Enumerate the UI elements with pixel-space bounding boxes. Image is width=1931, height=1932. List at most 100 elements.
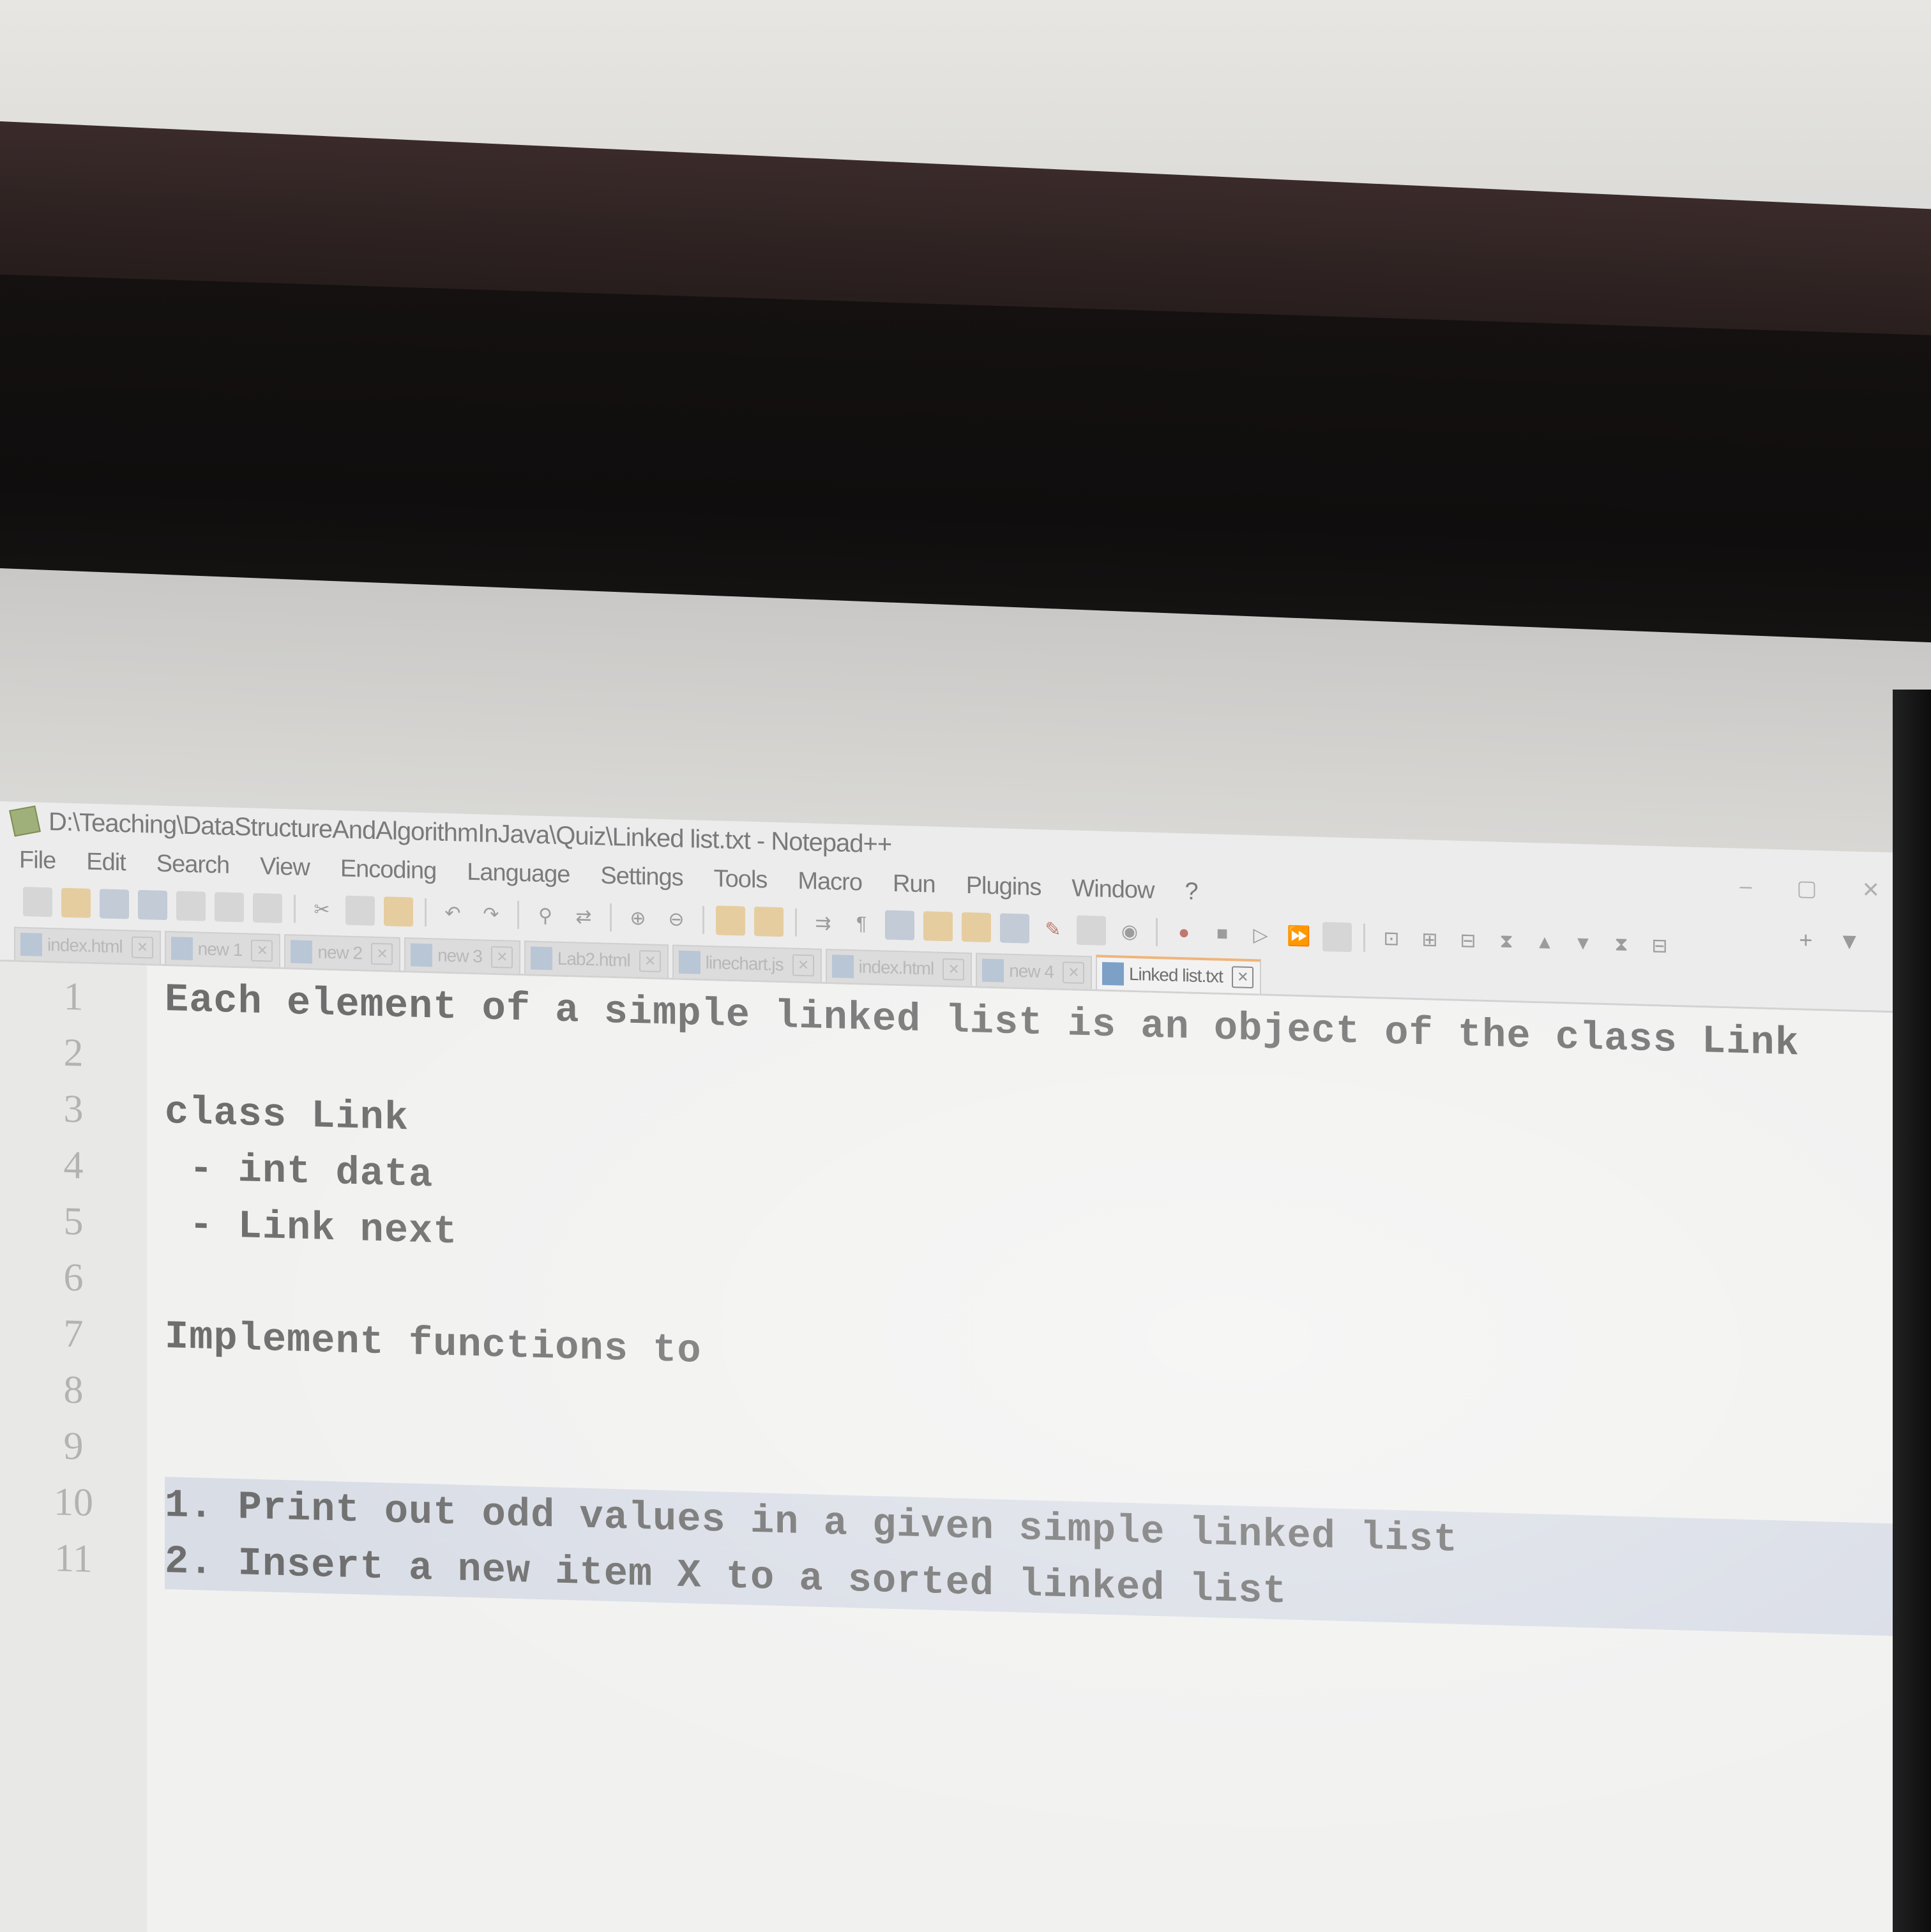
- toolbar-separator: [294, 894, 296, 923]
- toolbar-separator: [517, 900, 519, 929]
- record-macro-icon[interactable]: ◉: [1115, 916, 1144, 946]
- tab-document[interactable]: Lab2.html ✕: [524, 940, 669, 978]
- toolbar-separator: [425, 898, 427, 927]
- tab-document[interactable]: new 3 ✕: [404, 937, 520, 974]
- menu-search[interactable]: Search: [156, 850, 229, 879]
- text-content[interactable]: Each element of a simple linked list is …: [147, 965, 1893, 1932]
- menu-plugins[interactable]: Plugins: [966, 872, 1041, 901]
- tab-document[interactable]: new 4 ✕: [976, 953, 1092, 990]
- tab-close-icon[interactable]: ✕: [1062, 962, 1084, 984]
- document-map-icon[interactable]: [962, 912, 991, 942]
- show-all-characters-icon[interactable]: ¶: [847, 909, 876, 939]
- editor-area[interactable]: 1 2 3 4 5 6 7 8 9 10 11 Each element of a simple l…: [0, 962, 1893, 1932]
- tab-label: Lab2.html: [557, 948, 630, 970]
- cut-icon[interactable]: ✂: [307, 894, 337, 924]
- tab-close-icon[interactable]: ✕: [371, 942, 393, 965]
- start-recording-icon[interactable]: ●: [1169, 918, 1199, 948]
- playback-icon[interactable]: ▷: [1246, 920, 1275, 950]
- new-file-icon[interactable]: [23, 886, 52, 917]
- zoom-out-icon[interactable]: ⊖: [662, 904, 691, 934]
- line-number: 4: [63, 1143, 84, 1188]
- toolbar-separator: [795, 908, 797, 937]
- tab-document[interactable]: new 2 ✕: [284, 934, 401, 970]
- notepad-plus-plus-window: D:\Teaching\DataStructureAndAlgorithmInJ…: [0, 801, 1893, 1932]
- user-defined-language-icon[interactable]: [923, 911, 953, 942]
- tab-label: new 2: [317, 942, 363, 963]
- sync-vertical-scroll-icon[interactable]: [716, 905, 745, 936]
- document-icon: [1102, 962, 1124, 986]
- minimize-icon[interactable]: –: [1739, 874, 1752, 900]
- tab-close-icon[interactable]: ✕: [792, 954, 814, 977]
- plugin-icon-6[interactable]: ⊟: [1645, 931, 1674, 961]
- projection-screen-edge: [1893, 690, 1931, 1932]
- tab-close-icon[interactable]: ✕: [943, 958, 965, 981]
- menu-edit[interactable]: Edit: [86, 848, 125, 877]
- arrow-up-icon[interactable]: ▲: [1530, 928, 1559, 958]
- menu-file[interactable]: File: [19, 846, 56, 875]
- line-number: 11: [54, 1536, 93, 1581]
- indent-guide-icon[interactable]: [885, 910, 914, 940]
- tab-document[interactable]: index.html ✕: [825, 948, 973, 986]
- tab-close-icon[interactable]: ✕: [490, 946, 513, 969]
- tab-close-icon[interactable]: ✕: [251, 939, 273, 962]
- toolbar-separator: [702, 905, 704, 934]
- save-all-icon[interactable]: [138, 889, 167, 921]
- save-icon[interactable]: [100, 889, 129, 919]
- line-number: 7: [63, 1311, 84, 1356]
- close-icon[interactable]: ✕: [1862, 877, 1881, 903]
- line-number: 2: [63, 1030, 84, 1075]
- copy-icon[interactable]: [345, 895, 375, 926]
- menu-settings[interactable]: Settings: [600, 862, 683, 891]
- tab-label: Linked list.txt: [1128, 963, 1223, 986]
- undo-icon[interactable]: ↶: [438, 898, 467, 928]
- find-icon[interactable]: ⚲: [531, 900, 560, 930]
- folder-as-workspace-icon[interactable]: ✎: [1038, 914, 1068, 944]
- menu-window[interactable]: Window: [1072, 875, 1154, 904]
- menu-macro[interactable]: Macro: [798, 867, 862, 896]
- monitoring-icon[interactable]: [1077, 915, 1106, 946]
- tab-label: index.html: [47, 935, 123, 957]
- close-file-icon[interactable]: [176, 891, 206, 921]
- menu-view[interactable]: View: [260, 853, 310, 882]
- plugin-icon-3[interactable]: ⊟: [1453, 926, 1483, 956]
- maximize-icon[interactable]: ▢: [1796, 875, 1817, 902]
- tab-document[interactable]: index.html ✕: [14, 926, 161, 964]
- tab-close-icon[interactable]: ✕: [131, 936, 153, 959]
- plugin-icon-1[interactable]: ⊡: [1377, 923, 1406, 953]
- sync-horizontal-scroll-icon[interactable]: [754, 906, 784, 937]
- menu-help[interactable]: ?: [1185, 878, 1197, 906]
- menu-encoding[interactable]: Encoding: [340, 855, 436, 885]
- redo-icon[interactable]: ↷: [476, 899, 506, 929]
- plugin-icon-5[interactable]: ⧗: [1607, 930, 1636, 960]
- document-icon: [20, 932, 42, 956]
- plugin-icon-4[interactable]: ⧗: [1492, 926, 1521, 956]
- zoom-in-icon[interactable]: ⊕: [623, 903, 653, 933]
- tab-active-document[interactable]: Linked list.txt ✕: [1095, 955, 1261, 994]
- tab-document[interactable]: linechart.js ✕: [672, 944, 822, 982]
- close-all-icon[interactable]: [215, 892, 244, 923]
- tab-close-icon[interactable]: ✕: [639, 950, 661, 972]
- run-macro-multiple-icon[interactable]: ⏩: [1284, 921, 1314, 951]
- tab-close-icon[interactable]: ✕: [1231, 966, 1253, 989]
- arrow-down-icon[interactable]: ▼: [1568, 928, 1598, 958]
- tab-label: index.html: [858, 956, 934, 979]
- print-icon[interactable]: [253, 893, 282, 923]
- new-tab-plus-icon[interactable]: +: [1799, 926, 1812, 954]
- menu-language[interactable]: Language: [467, 858, 570, 888]
- word-wrap-icon[interactable]: ⇉: [808, 908, 838, 938]
- tab-label: new 1: [197, 939, 243, 960]
- open-file-icon[interactable]: [61, 887, 91, 918]
- menu-run[interactable]: Run: [893, 870, 935, 898]
- paste-icon[interactable]: [384, 896, 413, 927]
- document-icon: [411, 943, 433, 967]
- plugin-icon-2[interactable]: ⊞: [1415, 924, 1444, 955]
- menu-tools[interactable]: Tools: [714, 865, 768, 894]
- replace-icon[interactable]: ⇄: [569, 902, 598, 932]
- line-number: 10: [54, 1479, 93, 1525]
- tab-list-dropdown-icon[interactable]: ▼: [1838, 928, 1861, 955]
- line-number: 5: [63, 1199, 84, 1244]
- function-list-icon[interactable]: [1000, 913, 1029, 944]
- tab-document[interactable]: new 1 ✕: [164, 930, 281, 967]
- save-macro-icon[interactable]: [1322, 922, 1352, 953]
- stop-recording-icon[interactable]: ■: [1208, 919, 1237, 949]
